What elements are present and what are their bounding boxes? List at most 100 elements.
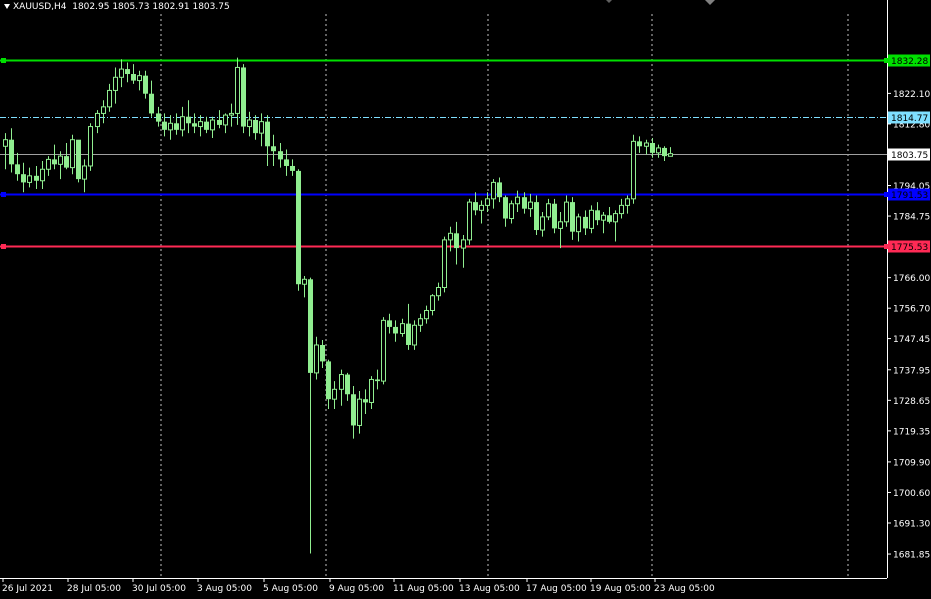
candle-body-up	[223, 114, 228, 126]
candle-body-down	[296, 170, 301, 285]
candle-body-down	[174, 123, 179, 130]
y-tick-label: 1691.30	[893, 520, 930, 530]
candle-body-up	[558, 221, 563, 229]
candle-body-down	[583, 216, 588, 229]
candle-body-up	[107, 89, 112, 108]
candle-body-up	[430, 295, 435, 311]
price-label-1814.77: 1814.77	[891, 114, 928, 124]
candle-body-down	[186, 116, 191, 124]
candle-body-up	[339, 374, 344, 390]
candle-body-up	[613, 213, 618, 223]
candle-body-down	[534, 202, 539, 231]
candle-body-down	[393, 326, 398, 334]
candle-body-up	[485, 198, 490, 206]
chart-area[interactable]: 1822.10 1812.80 1794.05 1784.75 1766.00 1756.…	[0, 0, 931, 595]
chart-title: XAUUSD,H4 1802.95 1805.73 1802.91 1803.7…	[4, 2, 230, 12]
candle-body-up	[229, 112, 234, 116]
candle-body-up	[180, 116, 185, 131]
candle-body-down	[34, 175, 39, 181]
candle-body-down	[637, 141, 642, 147]
candle-body-down	[552, 203, 557, 229]
candle-body-up	[101, 106, 106, 114]
level-anchor-1775.53[interactable]	[1, 244, 6, 249]
candle-body-down	[363, 399, 368, 403]
x-tick-label: 17 Aug 05:00	[526, 584, 587, 594]
chevron-down-icon[interactable]	[4, 4, 10, 9]
candle-body-down	[162, 121, 167, 130]
y-tick-label: 1728.65	[893, 397, 930, 407]
x-tick-label: 11 Aug 05:00	[393, 584, 454, 594]
y-tick-label: 1681.85	[893, 551, 930, 561]
x-tick-label: 28 Jul 05:00	[67, 584, 121, 594]
candle-body-up	[46, 158, 51, 170]
candle-body-down	[454, 233, 459, 249]
candle-body-down	[284, 159, 289, 166]
y-tick-label: 1700.60	[893, 489, 930, 499]
candle-body-up	[314, 344, 319, 374]
candle-body-up	[40, 168, 45, 182]
candle-body-down	[265, 121, 270, 147]
candle-body-down	[9, 139, 14, 165]
candle-body-up	[3, 139, 8, 147]
scroll-marker-icon[interactable]	[705, 0, 715, 5]
candle-body-up	[302, 278, 307, 285]
candle-body-down	[497, 182, 502, 198]
symbol-label: XAUUSD,H4	[13, 2, 67, 12]
candle-body-down	[406, 323, 411, 345]
candle-body-down	[387, 320, 392, 327]
candle-body-down	[156, 113, 161, 122]
candle-body-up	[576, 216, 581, 233]
candle-body-up	[424, 309, 429, 320]
candle-body-down	[570, 202, 575, 232]
candle-body-up	[88, 126, 93, 167]
candle-body-up	[631, 140, 636, 200]
x-tick-label: 30 Jul 05:00	[132, 584, 186, 594]
candle-body-down	[595, 210, 600, 221]
candle-body-up	[95, 112, 100, 128]
candle-body-up	[619, 204, 624, 215]
candle-body-up	[644, 142, 649, 147]
candle-body-up	[70, 139, 75, 169]
candle-body-up	[412, 324, 417, 346]
candle-body-down	[278, 151, 283, 160]
ohlc-readout: 1802.95 1805.73 1802.91 1803.75	[72, 2, 230, 12]
candle-body-down	[607, 215, 612, 222]
candle-body-up	[119, 68, 124, 78]
x-tick-label: 13 Aug 05:00	[459, 584, 520, 594]
candle-body-down	[351, 394, 356, 426]
candle-body-down	[149, 93, 154, 114]
candle-body-down	[217, 119, 222, 125]
candle-body-down	[290, 165, 295, 171]
candle-body-up	[491, 181, 496, 200]
candle-body-down	[253, 119, 258, 134]
candle-body-up	[467, 201, 472, 241]
y-tick-label: 1784.75	[893, 213, 930, 223]
shift-marker-icon[interactable]	[606, 0, 612, 3]
candle-body-down	[503, 197, 508, 219]
price-label-1832.28: 1832.28	[891, 57, 928, 67]
candle-body-up	[400, 323, 405, 334]
level-anchor-1791.53[interactable]	[1, 192, 6, 197]
candle-body-down	[326, 361, 331, 400]
x-tick-label: 9 Aug 05:00	[329, 584, 384, 594]
candle-body-up	[668, 153, 673, 157]
candle-body-up	[137, 75, 142, 82]
y-tick-label: 1747.45	[893, 335, 930, 345]
candle-body-up	[58, 155, 63, 165]
level-anchor-1832.28[interactable]	[1, 58, 6, 63]
y-tick-label: 1709.90	[893, 458, 930, 468]
candle-body-up	[27, 175, 32, 183]
candle-body-up	[479, 204, 484, 211]
candle-body-down	[241, 67, 246, 127]
candle-body-up	[540, 216, 545, 231]
price-label-1775.53: 1775.53	[891, 243, 928, 253]
candle-body-up	[589, 209, 594, 229]
candle-body-down	[662, 147, 667, 157]
y-tick-label: 1766.00	[893, 274, 930, 284]
candle-body-up	[546, 203, 551, 218]
price-chart[interactable]: 1822.101812.801794.051784.751766.001756.…	[0, 0, 931, 595]
candle-body-up	[357, 398, 362, 426]
candle-body-up	[247, 119, 252, 128]
candle-body-up	[515, 196, 520, 205]
candle-body-up	[198, 121, 203, 128]
